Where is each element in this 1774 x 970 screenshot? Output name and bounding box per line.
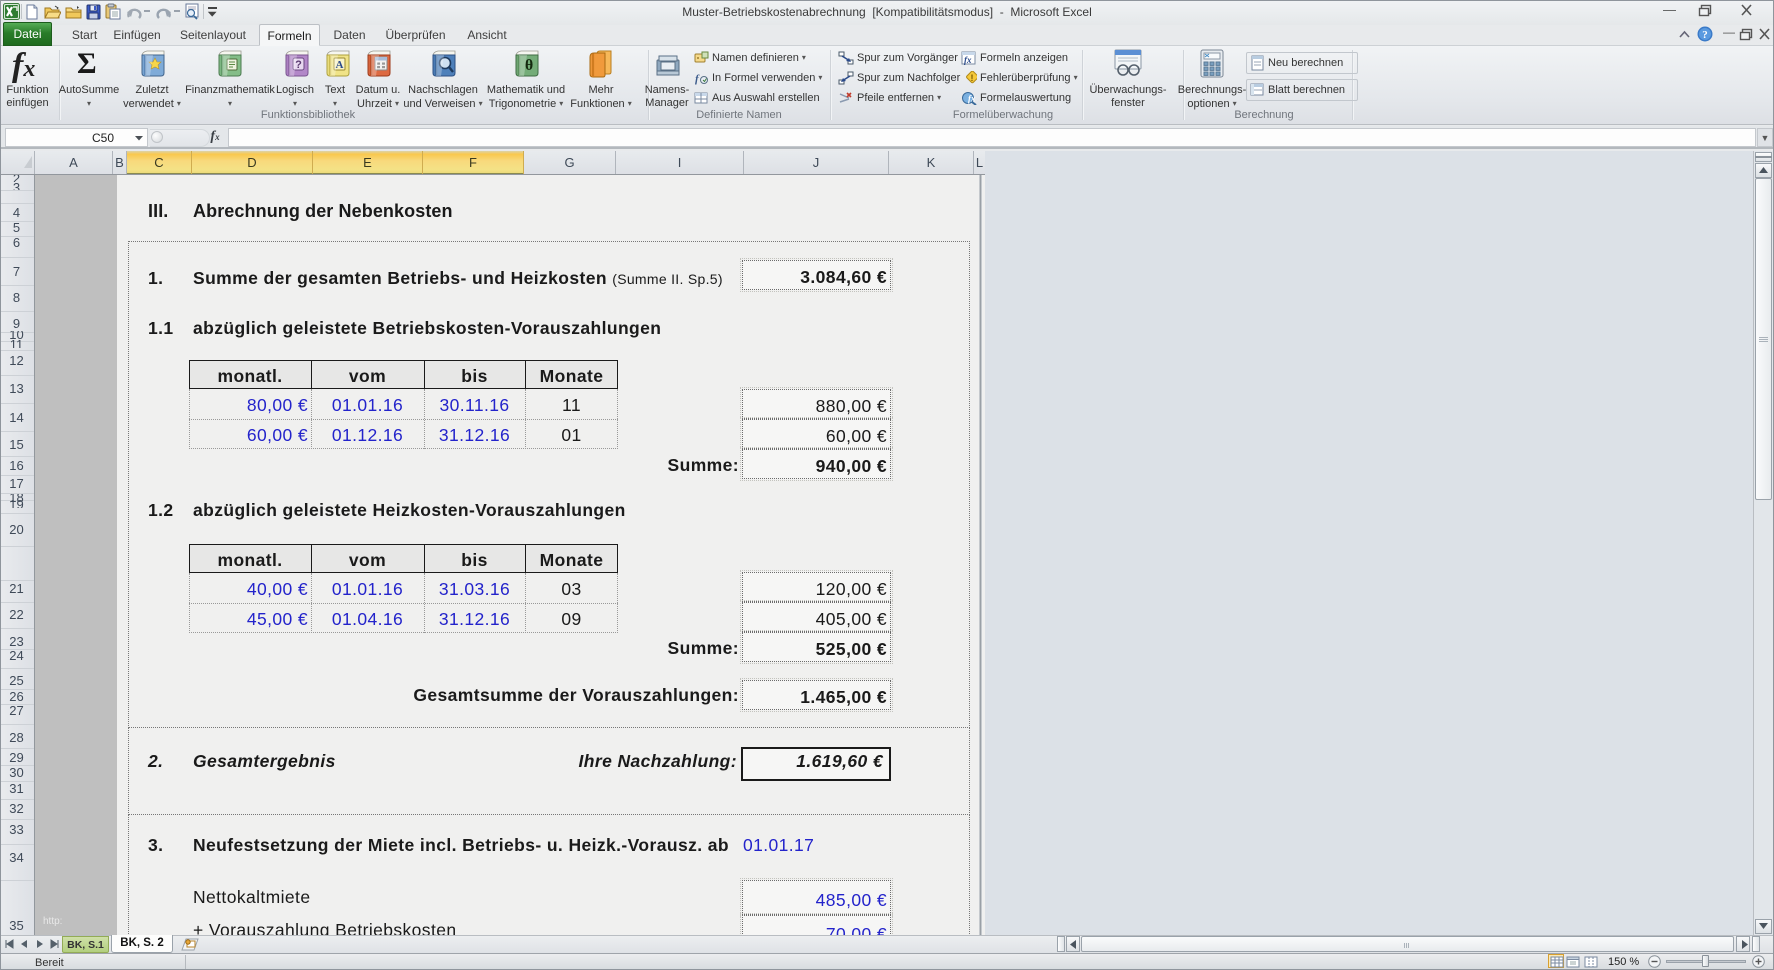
svg-text:!: ! <box>971 73 974 83</box>
svg-text:?: ? <box>1702 29 1708 41</box>
svg-text:f: f <box>695 73 700 85</box>
svg-text:fx: fx <box>968 94 976 104</box>
svg-text:fx: fx <box>964 55 972 65</box>
svg-text:?: ? <box>295 59 302 71</box>
